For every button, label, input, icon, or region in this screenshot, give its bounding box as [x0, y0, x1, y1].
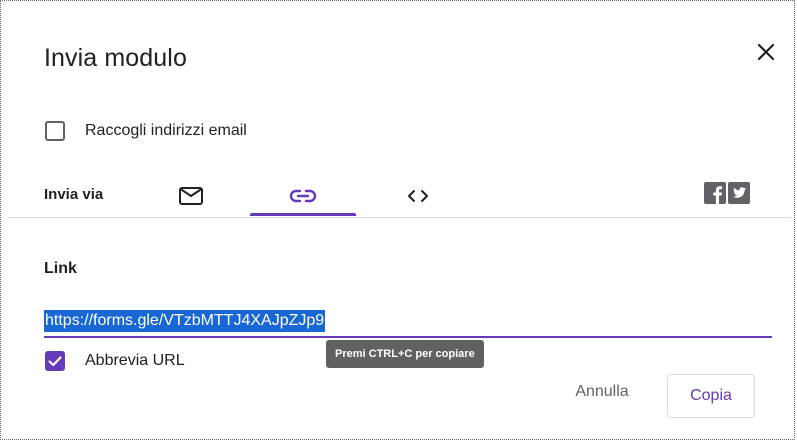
tabs-divider — [8, 217, 791, 218]
copy-hint-tooltip: Premi CTRL+C per copiare — [326, 340, 484, 368]
shorten-url-label: Abbrevia URL — [85, 352, 185, 369]
facebook-icon[interactable] — [704, 182, 726, 204]
send-form-dialog: Invia modulo Raccogli indirizzi email In… — [8, 6, 791, 436]
close-icon[interactable] — [754, 40, 778, 64]
copy-button[interactable]: Copia — [667, 374, 755, 418]
twitter-icon[interactable] — [728, 182, 750, 204]
link-icon — [289, 189, 317, 203]
embed-code-icon — [408, 190, 428, 202]
collect-emails-label: Raccogli indirizzi email — [85, 122, 247, 139]
link-section-label: Link — [44, 260, 77, 277]
tab-email[interactable] — [168, 174, 214, 218]
shorten-url-row[interactable]: Abbrevia URL — [45, 348, 185, 374]
tab-embed[interactable] — [398, 174, 438, 218]
selected-tab-indicator — [250, 213, 356, 216]
send-via-label: Invia via — [44, 186, 104, 203]
email-icon — [179, 187, 203, 205]
dialog-title: Invia modulo — [44, 44, 187, 72]
cancel-button[interactable]: Annulla — [552, 374, 652, 410]
tab-link[interactable] — [250, 174, 356, 218]
collect-emails-checkbox[interactable] — [45, 121, 65, 141]
link-url-selected-text: https://forms.gle/VTzbMTTJ4XAJpZJp9 — [44, 310, 326, 332]
collect-emails-row[interactable]: Raccogli indirizzi email — [45, 118, 247, 144]
checkmark-icon — [48, 356, 62, 367]
shorten-url-checkbox[interactable] — [45, 351, 65, 371]
